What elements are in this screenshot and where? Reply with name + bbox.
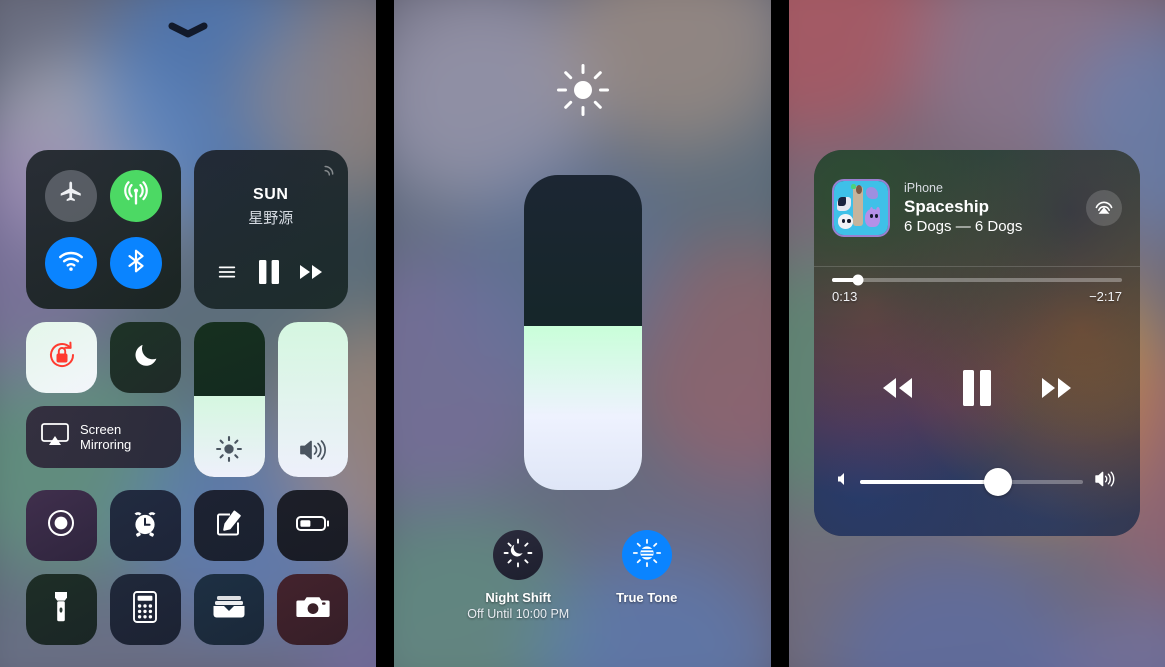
wallet-button[interactable] [193,574,265,645]
brightness-slider-large-fill [523,326,642,490]
elapsed-time: 0:13 [832,289,858,304]
connectivity-module[interactable] [26,150,181,309]
now-playing-mini-module[interactable]: SUN 星野源 [193,150,348,309]
low-power-mode-button[interactable] [277,490,348,561]
panel-now-playing-expanded: iPhone Spaceship 6 Dogs — 6 Dogs 0:13 −2… [789,0,1165,667]
panel-brightness-expanded: Night Shift Off Until 10:00 PM True Tone [394,0,771,667]
brightness-icon [194,435,265,463]
notes-pencil-icon [213,507,245,544]
panel-control-center: SUN 星野源 Screen Mirroring [0,0,376,667]
flashlight-button[interactable] [26,574,97,645]
mini-track-title: SUN [252,186,289,203]
track-title: Spaceship [904,196,990,216]
brightness-slider[interactable] [194,322,265,477]
screenshot-stage: SUN 星野源 Screen Mirroring Night Shift Off… [0,0,1165,667]
chevron-down-icon[interactable] [168,22,208,38]
pause-icon[interactable] [256,258,282,291]
rewind-button[interactable] [874,373,920,408]
output-device-label: iPhone [904,180,943,195]
night-shift-status: Off Until 10:00 PM [467,607,570,621]
wifi-button[interactable] [44,237,97,290]
true-tone-icon [632,538,662,573]
wallet-icon [212,593,246,626]
airplay-button[interactable] [1086,190,1122,226]
screen-recording-button[interactable] [26,490,97,561]
true-tone-label: True Tone [616,590,678,605]
cellular-antenna-icon [122,179,150,212]
night-shift-label: Night Shift [485,590,552,605]
bluetooth-icon [123,248,149,279]
transport-controls [814,355,1140,425]
moon-icon [131,340,161,375]
calculator-button[interactable] [109,574,181,645]
panel-divider-right [771,0,789,667]
true-tone-button[interactable]: True Tone [583,530,712,621]
now-playing-meta: iPhone Spaceship 6 Dogs — 6 Dogs [904,181,1072,236]
airplane-mode-button[interactable] [44,169,97,222]
control-center-grid: SUN 星野源 Screen Mirroring [26,150,348,645]
volume-control[interactable] [836,467,1118,496]
low-power-battery-icon [295,511,331,540]
bluetooth-button[interactable] [109,237,162,290]
screen-mirroring-label: Screen Mirroring [80,422,132,452]
playback-progress[interactable]: 0:13 −2:17 [832,274,1122,304]
calculator-icon [132,590,158,629]
pause-button[interactable] [960,368,994,413]
volume-fill [860,479,999,484]
cellular-data-button[interactable] [109,169,162,222]
true-tone-bubble [621,530,672,580]
progress-knob[interactable] [852,274,864,286]
album-artwork[interactable] [832,179,890,237]
volume-high-icon [278,437,349,463]
remaining-time: −2:17 [1089,289,1122,304]
notes-button[interactable] [193,490,265,561]
camera-button[interactable] [277,574,348,645]
volume-slider[interactable] [277,322,349,477]
airplay-audio-icon[interactable] [316,159,336,179]
now-playing-card: iPhone Spaceship 6 Dogs — 6 Dogs 0:13 −2… [814,150,1140,536]
airplay-audio-icon [1091,193,1117,224]
flashlight-icon [51,590,71,629]
alarm-button[interactable] [109,490,181,561]
volume-high-icon [1094,469,1118,494]
camera-icon [296,593,330,626]
progress-track[interactable] [832,274,1122,286]
airplane-icon [58,180,84,211]
do-not-disturb-button[interactable] [110,322,181,393]
display-mode-buttons: Night Shift Off Until 10:00 PM True Tone [394,530,771,621]
night-shift-bubble [493,530,544,580]
queue-list-icon[interactable] [216,261,238,288]
fast-forward-icon[interactable] [299,262,325,287]
card-separator [814,266,1140,267]
night-shift-button[interactable]: Night Shift Off Until 10:00 PM [454,530,583,621]
volume-low-icon [836,471,849,492]
screen-mirroring-button[interactable]: Screen Mirroring [26,406,181,468]
rotation-lock-icon [45,338,79,377]
rotation-lock-button[interactable] [26,322,97,393]
wifi-icon [57,247,85,280]
screen-mirroring-icon [40,422,70,453]
brightness-slider-large[interactable] [523,175,642,490]
alarm-clock-icon [129,507,161,544]
brightness-sun-icon [555,62,611,123]
panel-divider-left [376,0,394,667]
mini-track-artist: 星野源 [248,210,294,227]
screen-record-icon [44,506,78,545]
now-playing-header: iPhone Spaceship 6 Dogs — 6 Dogs [814,150,1140,266]
forward-button[interactable] [1034,373,1080,408]
track-subtitle: 6 Dogs — 6 Dogs [904,217,1023,235]
night-shift-icon [503,538,533,573]
volume-track[interactable] [860,467,1083,496]
volume-knob[interactable] [984,467,1013,496]
